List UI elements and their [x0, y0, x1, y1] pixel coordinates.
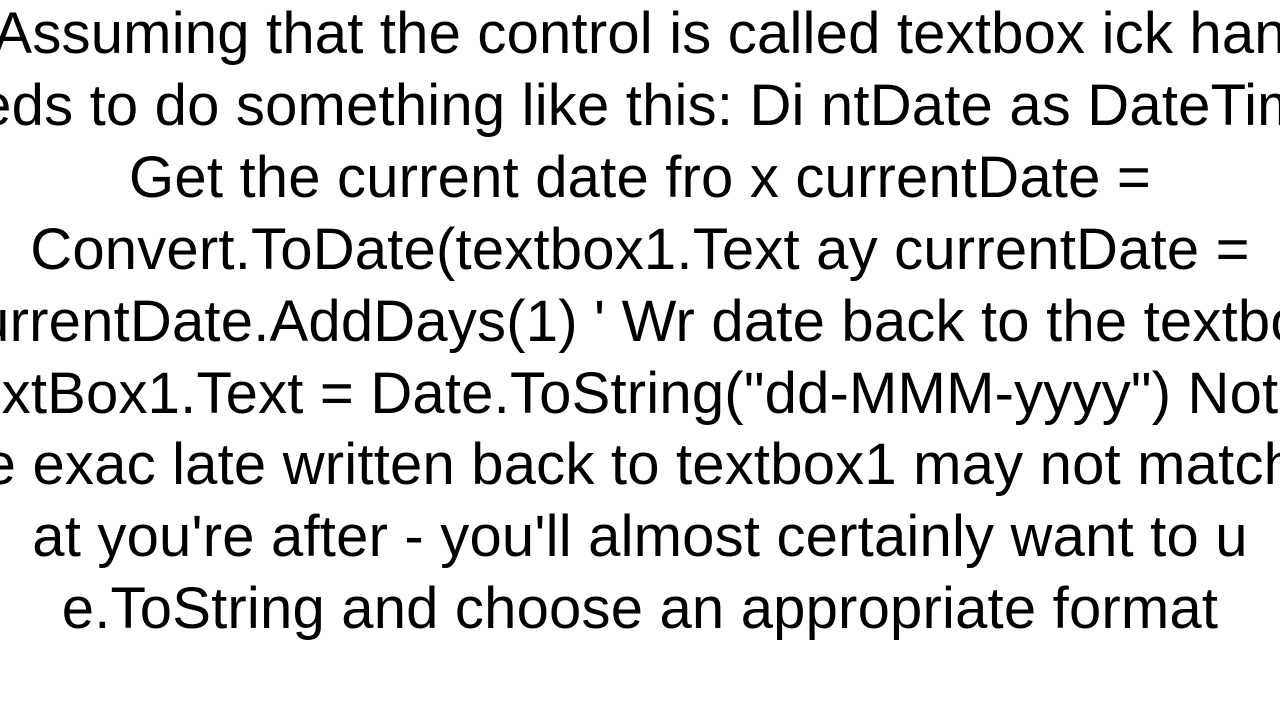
document-body-text: r 2: Assuming that the control is called…	[0, 0, 1280, 645]
